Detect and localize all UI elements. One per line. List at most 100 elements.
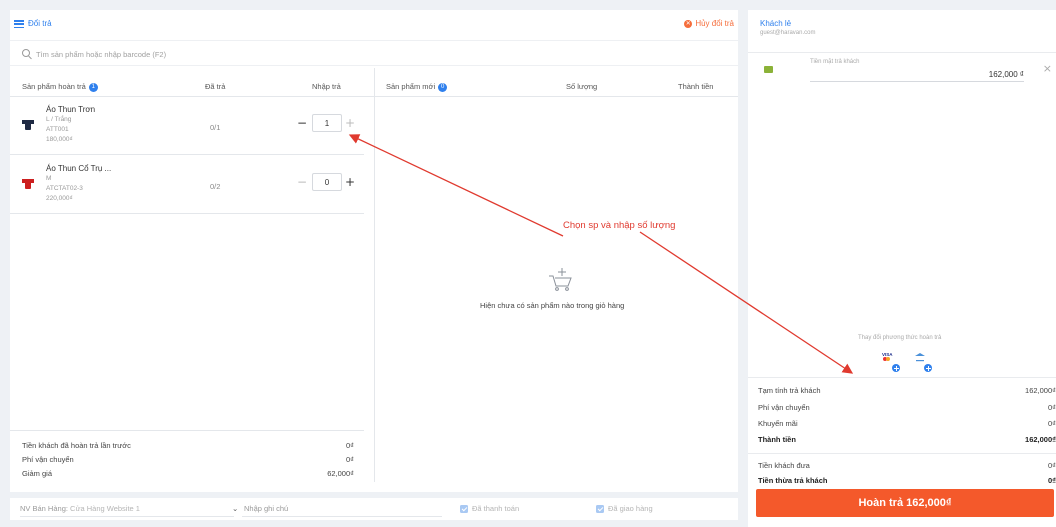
panel-divider xyxy=(374,68,375,482)
promo-value: 0₫ xyxy=(1047,419,1056,428)
bank-icon xyxy=(915,353,925,362)
new-col-total: Thành tiền xyxy=(678,82,714,91)
customer-name[interactable]: Khách lẻ xyxy=(760,19,791,28)
item-variant: L / Trắng xyxy=(46,116,72,123)
visa-card-icon: VISA xyxy=(882,352,894,361)
promo-row: Khuyến mãi 0₫ xyxy=(758,419,1056,428)
right-shipping-value: 0₫ xyxy=(1047,403,1056,412)
change-label: Tiền thừa trả khách xyxy=(758,476,828,485)
return-col-product: Sản phẩm hoàn trả 1 xyxy=(22,82,98,92)
item-price: 220,000₫ xyxy=(46,195,73,202)
bank-payment-option[interactable] xyxy=(914,352,932,372)
quantity-stepper: − + xyxy=(296,114,358,132)
annotation-text: Chọn sp và nhập số lượng xyxy=(563,220,676,231)
cancel-exchange-button[interactable]: ✕ Hủy đổi trả xyxy=(684,19,734,28)
shirt-sleeve-left xyxy=(22,179,26,183)
item-name: Áo Thun Trơn xyxy=(46,105,96,114)
quantity-stepper: − + xyxy=(296,173,358,191)
new-count-badge: 0 xyxy=(438,82,448,92)
shirt-thumbnail xyxy=(22,118,34,130)
cancel-icon: ✕ xyxy=(684,19,693,28)
paid-checkbox[interactable] xyxy=(460,505,468,513)
change-method-label: Thay đổi phương thức hoàn trả xyxy=(858,335,942,341)
shipping-label: Phí vận chuyển xyxy=(22,455,74,464)
item-returned-count: 0/2 xyxy=(210,182,221,191)
shipping-row: Phí vận chuyển 0₫ xyxy=(22,455,354,464)
item-price: 180,000₫ xyxy=(46,136,73,143)
new-col-product-label: Sản phẩm mới xyxy=(386,82,436,91)
search-input[interactable] xyxy=(36,46,536,62)
return-exchange-screen: Đổi trả ✕ Hủy đổi trả Sản phẩm hoàn trả1… xyxy=(0,0,1056,527)
totals-divider xyxy=(748,377,1056,378)
shipping-value: 0₫ xyxy=(345,455,354,464)
add-bank-icon xyxy=(924,364,932,372)
header-divider-right xyxy=(375,96,738,97)
subtotal-row: Tạm tính trả khách 162,000₫ xyxy=(758,386,1056,395)
item-name: Áo Thun Cổ Trụ ... xyxy=(46,164,112,173)
increment-button[interactable]: + xyxy=(344,114,356,132)
payment-method-label: Tiền mặt trả khách xyxy=(810,59,860,65)
total-row: Thành tiền 162,000₫ xyxy=(758,435,1056,444)
decrement-button[interactable]: − xyxy=(296,173,308,191)
subtotal-value: 162,000₫ xyxy=(1025,386,1056,395)
return-col-product-label: Sản phẩm hoàn trả xyxy=(22,82,86,91)
card-payment-option[interactable]: VISA xyxy=(882,352,900,372)
prev-refund-row: Tiền khách đã hoàn trả lần trước 0₫ xyxy=(22,441,354,450)
change-row: Tiền thừa trả khách 0₫ xyxy=(758,476,1056,485)
given-row: Tiền khách đưa 0₫ xyxy=(758,461,1056,470)
customer-email: guest@haravan.com xyxy=(760,30,816,36)
decrement-button[interactable]: − xyxy=(296,114,308,132)
return-col-returned: Đã trả xyxy=(205,82,226,91)
return-summary: Tiền khách đã hoàn trả lần trước 0₫ Phí … xyxy=(10,430,364,482)
item-sku: ATT001 xyxy=(46,126,69,133)
submit-return-button[interactable]: Hoàn trả 162,000₫ xyxy=(756,489,1054,517)
new-col-qty: Số lượng xyxy=(566,82,598,91)
change-value: 0₫ xyxy=(1047,476,1056,485)
chevron-down-icon[interactable]: ⌄ xyxy=(232,504,238,513)
return-item-row: Áo Thun Cổ Trụ ... M ATCTAT02-3 220,000₫… xyxy=(10,156,364,214)
given-label: Tiền khách đưa xyxy=(758,461,810,470)
empty-cart-text: Hiện chưa có sản phẩm nào trong giỏ hàng xyxy=(480,301,625,310)
shirt-sleeve-right xyxy=(30,179,34,183)
staff-underline xyxy=(20,516,234,517)
bottom-bar: NV Bán Hàng: Cửa Hàng Website 1 ⌄ Nhập g… xyxy=(10,498,738,520)
customer-divider xyxy=(748,52,1056,53)
subtotal-label: Tạm tính trả khách xyxy=(758,386,821,395)
search-icon xyxy=(22,49,30,57)
cash-icon xyxy=(764,66,773,73)
note-input[interactable]: Nhập ghi chú xyxy=(244,504,288,513)
promo-label: Khuyến mãi xyxy=(758,419,798,428)
staff-field[interactable]: NV Bán Hàng: Cửa Hàng Website 1 xyxy=(20,504,140,513)
quantity-input[interactable] xyxy=(312,173,342,191)
empty-cart-icon xyxy=(549,268,572,291)
delivered-label: Đã giao hàng xyxy=(608,504,653,513)
note-underline xyxy=(242,516,442,517)
discount-value: 62,000₫ xyxy=(327,469,354,478)
item-returned-count: 0/1 xyxy=(210,123,221,132)
item-variant: M xyxy=(46,175,52,182)
return-item-row: Áo Thun Trơn L / Trắng ATT001 180,000₫ 0… xyxy=(10,97,364,155)
shirt-sleeve-left xyxy=(22,120,26,124)
given-divider xyxy=(748,453,1056,454)
return-count-badge: 1 xyxy=(88,82,98,92)
prev-refund-label: Tiền khách đã hoàn trả lần trước xyxy=(22,441,131,450)
discount-label: Giảm giá xyxy=(22,469,53,478)
right-shipping-label: Phí vận chuyển xyxy=(758,403,810,412)
total-value: 162,000₫ xyxy=(1025,435,1056,444)
shirt-sleeve-right xyxy=(30,120,34,124)
item-sku: ATCTAT02-3 xyxy=(46,185,83,192)
delivered-checkbox[interactable] xyxy=(596,505,604,513)
staff-value: Cửa Hàng Website 1 xyxy=(70,504,140,513)
hamburger-menu-icon[interactable] xyxy=(14,20,24,28)
increment-button[interactable]: + xyxy=(344,173,356,191)
remove-payment-icon[interactable]: × xyxy=(1043,62,1052,75)
discount-row: Giảm giá 62,000₫ xyxy=(22,469,354,478)
top-bar: Đổi trả ✕ Hủy đổi trả xyxy=(10,10,738,38)
shirt-thumbnail xyxy=(22,177,34,189)
payment-amount-input[interactable] xyxy=(810,68,1024,82)
add-card-icon xyxy=(892,364,900,372)
prev-refund-value: 0₫ xyxy=(345,441,354,450)
total-label: Thành tiền xyxy=(758,435,796,444)
given-value: 0₫ xyxy=(1047,461,1056,470)
quantity-input[interactable] xyxy=(312,114,342,132)
